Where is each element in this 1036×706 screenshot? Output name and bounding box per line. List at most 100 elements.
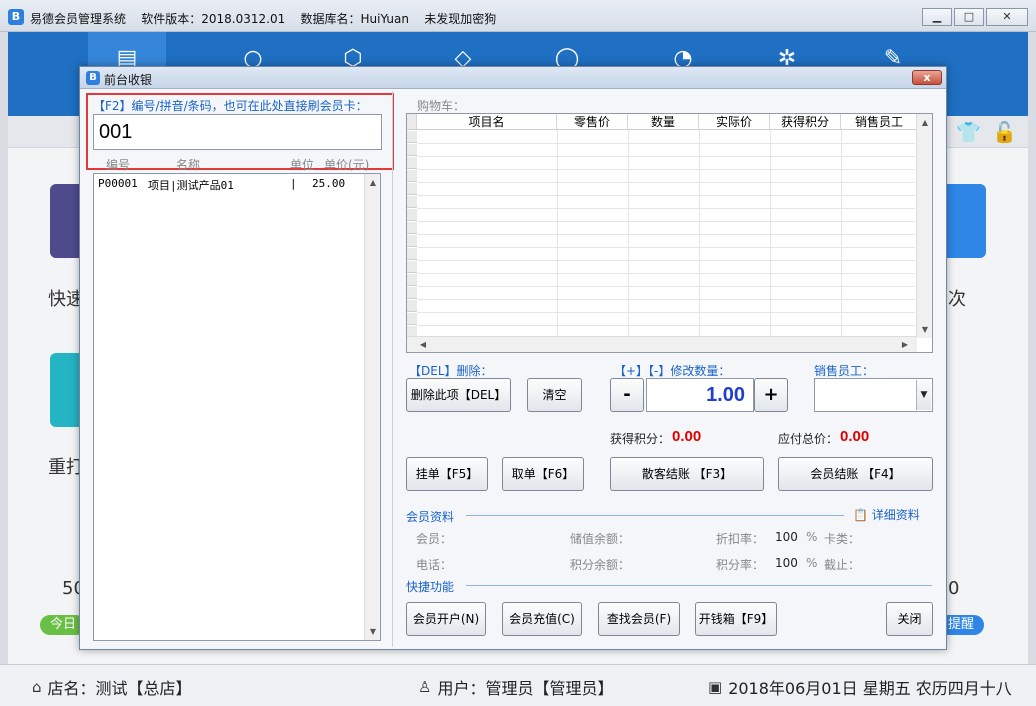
open-account-button[interactable]: 会员开户(N) [406,602,486,636]
cart-col-line [699,130,700,338]
search-label: 【F2】编号/拼音/条码，也可在此处直接刷会员卡： [93,99,368,113]
cart-row-marker [407,235,417,247]
panel-divider [392,91,393,647]
retrieve-order-button[interactable]: 取单【F6】 [502,457,584,491]
points-label: 获得积分： [610,432,671,446]
product-list-scrollbar[interactable]: ▲ ▼ [364,174,380,640]
total-label: 应付总价： [778,432,839,446]
expiry-label: 截止： [824,558,861,572]
minimize-button[interactable]: ▁ [922,8,952,26]
cart-label: 购物车： [417,99,466,113]
member-checkout-button[interactable]: 会员结账 【F4】 [778,457,933,491]
cart-scroll-up-icon[interactable]: ▲ [917,118,932,127]
close-window-button[interactable]: ✕ [986,8,1028,26]
dialog-title: 前台收银 [104,73,153,87]
product-price[interactable]: 25.00 [312,177,345,190]
cart-scroll-down-icon[interactable]: ▼ [917,325,932,334]
calendar-icon: ▣ [708,678,723,696]
app-logo-icon: B [8,9,24,25]
points-rate-value: 100 [775,556,798,570]
shop-icon: ⌂ [32,678,42,696]
main-titlebar: B 易德会员管理系统 软件版本：2018.0312.01 数据库名：HuiYua… [0,0,1036,32]
qty-label: 【+】【-】修改数量： [614,364,731,378]
status-date: ▣ 2018年06月01日 星期五 农历四月十八 [708,675,1012,699]
cart-col-line [841,130,842,338]
clear-button[interactable]: 清空 [527,378,582,412]
product-code[interactable]: P00001 [98,177,138,190]
lock-icon[interactable]: 🔓 [992,120,1017,144]
chevron-down-icon[interactable]: ▼ [916,380,931,410]
points-rate-percent: % [806,556,818,570]
staff-select[interactable]: ▼ [814,378,933,412]
cart-corner [407,114,417,129]
dialog-close-icon[interactable]: x [912,70,942,85]
tile-times-label: 次 [948,289,966,310]
quantity-input[interactable]: 1.00 [646,378,754,412]
maximize-button[interactable]: □ [954,8,984,26]
cart-vscroll[interactable]: ▲ ▼ [916,114,932,338]
cart-col-line [628,130,629,338]
product-list[interactable]: P00001 项目|测试产品01 | 25.00 ▲ ▼ [93,173,381,641]
col-price: 单价(元) [324,158,370,172]
cart-scroll-right-icon[interactable]: ▶ [897,340,913,349]
guest-checkout-button[interactable]: 散客结账 【F3】 [610,457,764,491]
quick-section-line [466,585,932,586]
shirt-icon[interactable]: 👕 [956,120,981,144]
cart-row-marker [407,222,417,234]
col-code: 编号 [106,158,131,172]
cart-col-retail: 零售价 [557,114,628,129]
cart-scroll-left-icon[interactable]: ◀ [415,340,431,349]
delete-item-button[interactable]: 删除此项【DEL】 [406,378,511,412]
cart-row-marker [407,131,417,143]
member-section-line [466,515,844,516]
checkout-dialog: B 前台收银 x 【F2】编号/拼音/条码，也可在此处直接刷会员卡： 001 编… [79,66,947,650]
detail-link[interactable]: 📋 详细资料 [853,506,920,523]
del-label: 【DEL】删除： [409,364,493,378]
total-value: 0.00 [840,428,870,445]
product-name[interactable]: 项目|测试产品01 [148,177,234,193]
find-member-button[interactable]: 查找会员(F) [598,602,680,636]
hold-order-button[interactable]: 挂单【F5】 [406,457,488,491]
discount-value: 100 [775,530,798,544]
user-icon: ♙ [418,678,432,696]
cart-row-marker [407,157,417,169]
plus-button[interactable]: + [754,378,788,412]
discount-percent: % [806,530,818,544]
card-type-label: 卡类： [824,532,861,546]
status-date-text: 2018年06月01日 星期五 农历四月十八 [728,679,1012,698]
discount-label: 折扣率： [716,532,765,546]
member-section-label: 会员资料 [406,510,455,524]
cart-col-staff: 销售员工 [854,115,903,129]
scroll-up-icon[interactable]: ▲ [365,178,381,187]
close-button[interactable]: 关闭 [886,602,933,636]
scroll-down-icon[interactable]: ▼ [365,627,381,636]
search-input[interactable]: 001 [93,114,382,150]
recharge-button[interactable]: 会员充值(C) [502,602,582,636]
cart-hscroll[interactable]: ◀ ▶ [407,336,917,352]
product-unit[interactable]: | [290,177,297,190]
cart-col-line [557,130,558,338]
stat-right-number: 0 [948,578,960,599]
col-name: 名称 [176,158,201,172]
cart-row-marker [407,300,417,312]
staff-label: 销售员工： [814,364,875,378]
quick-section-label: 快捷功能 [406,580,455,594]
detail-link-text: 详细资料 [871,508,920,522]
dialog-logo-icon: B [86,71,100,85]
status-shop: ⌂ 店名：测试【总店】 [32,675,192,699]
cart-row-marker [407,274,417,286]
cart-row-marker [407,144,417,156]
phone-label: 电话： [416,558,453,572]
minus-button[interactable]: - [610,378,644,412]
cart-col-actual: 实际价 [699,114,770,129]
cart-grid[interactable]: 项目名 零售价 数量 实际价 获得积分 销售员工 ▲ ▼ ◀ ▶ [406,113,933,353]
cart-row-marker [407,209,417,221]
cash-drawer-button[interactable]: 开钱箱【F9】 [695,602,777,636]
cart-col-qty: 数量 [628,114,699,129]
dialog-titlebar: B 前台收银 x [80,67,946,89]
points-value: 0.00 [672,428,702,445]
cart-row-marker [407,183,417,195]
cart-col-line [770,130,771,338]
document-icon: 📋 [853,508,868,522]
cart-header: 项目名 零售价 数量 实际价 获得积分 销售员工 [407,114,917,130]
